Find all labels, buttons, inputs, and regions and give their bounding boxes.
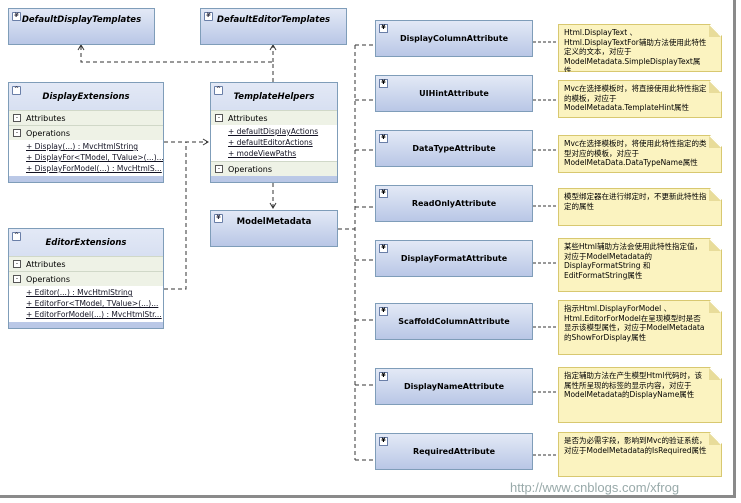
class-required-attribute[interactable]: ¥ RequiredAttribute [375,433,533,470]
note: Html.DisplayText 、Html.DisplayTextFor辅助方… [558,24,722,72]
section-label: Attributes [26,259,66,269]
expand-icon[interactable]: ¥ [379,244,388,253]
attributes-section[interactable]: - Attributes [211,110,337,125]
class-name: ModelMetadata [236,217,312,227]
class-datatype-attribute[interactable]: ¥ DataTypeAttribute [375,130,533,167]
class-editor-extensions[interactable]: ^ EditorExtensions - Attributes - Operation… [8,228,164,329]
note: 某些Html辅助方法会使用此特性指定值，对应于ModelMetadata的Dis… [558,238,722,292]
class-name: TemplateHelpers [233,91,315,102]
class-display-extensions[interactable]: ^ DisplayExtensions - Attributes - Operatio… [8,82,164,183]
note: Mvc在选择模板时，将使用此特性指定的类型对应的模板，对应于ModelMetaD… [558,135,722,173]
class-scaffold-column-attribute[interactable]: ¥ ScaffoldColumnAttribute [375,303,533,340]
attribute[interactable]: + defaultDisplayActions [228,126,337,137]
operation[interactable]: + EditorFor<TModel, TValue>(...)... [26,298,163,309]
expand-icon[interactable]: ¥ [379,189,388,198]
section-label: Operations [228,164,272,174]
collapse-icon[interactable]: ^ [12,86,21,95]
class-name: ReadOnlyAttribute [411,199,497,208]
minus-icon[interactable]: - [13,275,21,283]
class-name: EditorExtensions [45,237,127,248]
expand-icon[interactable]: ¥ [214,214,223,223]
attributes-section[interactable]: - Attributes [9,256,163,271]
minus-icon[interactable]: - [215,165,223,173]
class-display-format-attribute[interactable]: ¥ DisplayFormatAttribute [375,240,533,277]
class-name: DisplayExtensions [42,91,130,102]
section-label: Attributes [26,113,66,123]
class-default-editor-templates[interactable]: ¥ DefaultEditorTemplates [200,8,347,45]
class-name: RequiredAttribute [412,447,496,456]
expand-icon[interactable]: ¥ [379,372,388,381]
expand-icon[interactable]: ¥ [379,437,388,446]
operation[interactable]: + Editor(...) : MvcHtmlString [26,287,163,298]
class-uihint-attribute[interactable]: ¥ UIHintAttribute [375,75,533,112]
class-name: ScaffoldColumnAttribute [398,317,510,326]
class-name: UIHintAttribute [419,89,489,98]
attributes-section[interactable]: - Attributes [9,110,163,125]
operation[interactable]: + Display(...) : MvcHtmlString [26,141,163,152]
minus-icon[interactable]: - [13,114,21,122]
collapse-icon[interactable]: ^ [214,86,223,95]
operation[interactable]: + EditorForModel(...) : MvcHtmlStr... [26,309,163,320]
class-name: DefaultEditorTemplates [216,15,331,25]
expand-icon[interactable]: ¥ [204,12,213,21]
note: 是否为必需字段，影响到Mvc的验证系统，对应于ModelMetadata的IsR… [558,432,722,477]
note: 指示Html.DisplayForModel 、Html.EditorForMo… [558,300,722,355]
class-name: DisplayFormatAttribute [400,254,508,263]
class-name: DefaultDisplayTemplates [21,15,142,25]
class-readonly-attribute[interactable]: ¥ ReadOnlyAttribute [375,185,533,222]
class-name: DisplayColumnAttribute [399,34,508,43]
minus-icon[interactable]: - [215,114,223,122]
expand-icon[interactable]: ¥ [12,12,21,21]
section-label: Attributes [228,113,268,123]
section-label: Operations [26,128,70,138]
note: Mvc在选择模板时，将直接使用此特性指定的模板，对应于ModelMetadata… [558,80,722,118]
class-name: DisplayNameAttribute [403,382,505,391]
expand-icon[interactable]: ¥ [379,24,388,33]
operation[interactable]: + DisplayForModel(...) : MvcHtmlS... [26,163,163,174]
minus-icon[interactable]: - [13,260,21,268]
minus-icon[interactable]: - [13,129,21,137]
expand-icon[interactable]: ¥ [379,79,388,88]
note: 指定辅助方法在产生模型Html代码时，该属性所呈现的标签的显示内容，对应于Mod… [558,367,722,423]
expand-icon[interactable]: ¥ [379,307,388,316]
class-name: DataTypeAttribute [412,144,496,153]
operations-section[interactable]: - Operations [211,161,337,176]
collapse-icon[interactable]: ^ [12,232,21,241]
expand-icon[interactable]: ¥ [379,134,388,143]
dep-helpers-to-templates [80,46,274,82]
note: 模型绑定器在进行绑定时，不更新此特性指定的属性 [558,188,722,226]
operations-section[interactable]: - Operations [9,271,163,286]
attribute[interactable]: + defaultEditorActions [228,137,337,148]
operation[interactable]: + DisplayFor<TModel, TValue>(...)... [26,152,163,163]
dep-editorext-to-helpers [164,142,187,290]
class-display-column-attribute[interactable]: ¥ DisplayColumnAttribute [375,20,533,57]
class-model-metadata[interactable]: ¥ ModelMetadata [210,210,338,247]
attribute[interactable]: + modeViewPaths [228,148,337,159]
section-label: Operations [26,274,70,284]
class-template-helpers[interactable]: ^ TemplateHelpers - Attributes + defaultDi… [210,82,338,183]
operations-section[interactable]: - Operations [9,125,163,140]
class-default-display-templates[interactable]: ¥ DefaultDisplayTemplates [8,8,155,45]
class-display-name-attribute[interactable]: ¥ DisplayNameAttribute [375,368,533,405]
watermark: http://www.cnblogs.com/xfrog [510,480,680,495]
